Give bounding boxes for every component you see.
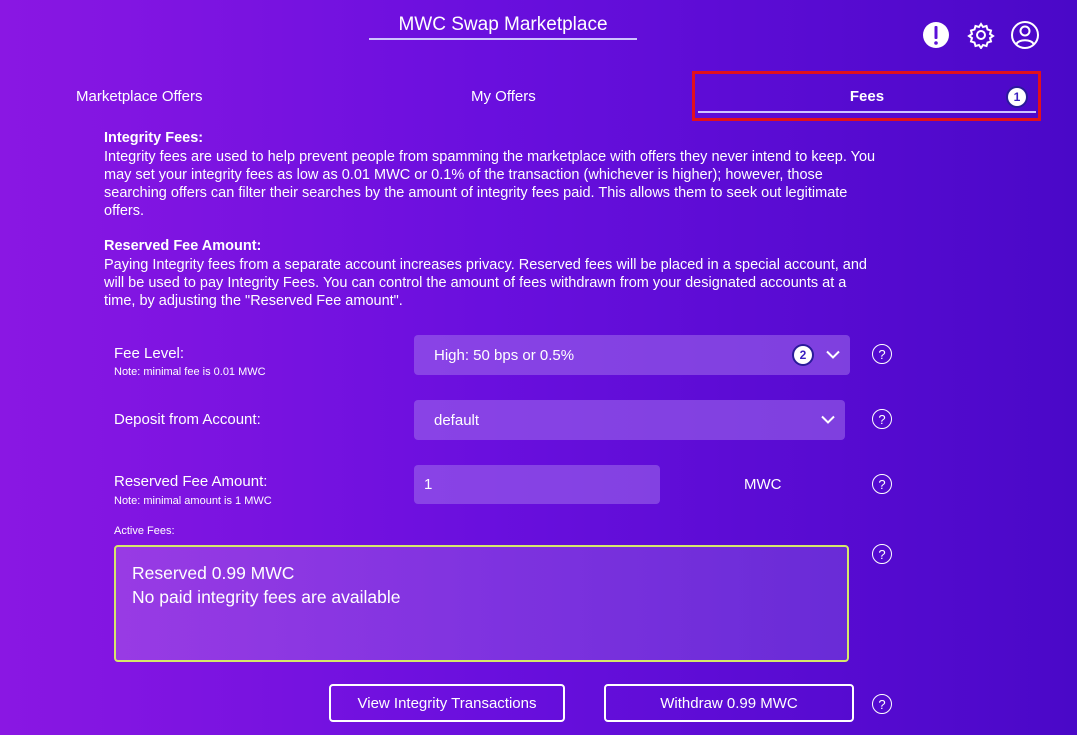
user-icon[interactable] <box>1010 20 1040 50</box>
reserved-amount-label: Reserved Fee Amount: <box>114 473 268 490</box>
step-badge-2: 2 <box>794 346 812 364</box>
chevron-down-icon <box>821 412 835 429</box>
deposit-account-value: default <box>434 411 480 429</box>
active-fees-reserved: Reserved 0.99 MWC <box>132 563 295 583</box>
reserved-amount-note: Note: minimal amount is 1 MWC <box>114 495 272 507</box>
active-fees-integrity: No paid integrity fees are available <box>132 587 401 607</box>
tab-my-offers[interactable]: My Offers <box>471 88 536 105</box>
withdraw-button[interactable]: Withdraw 0.99 MWC <box>604 684 854 722</box>
active-fees-label: Active Fees: <box>114 525 175 537</box>
reserved-fee-text: Paying Integrity fees from a separate ac… <box>104 257 867 309</box>
reserved-fee-title: Reserved Fee Amount: <box>104 238 262 254</box>
withdraw-help-icon[interactable]: ? <box>872 694 892 714</box>
fees-tab-highlight <box>692 71 1041 121</box>
active-fees-box: Reserved 0.99 MWC No paid integrity fees… <box>114 545 849 662</box>
chevron-down-icon <box>826 347 840 364</box>
reserved-amount-value: 1 <box>424 476 433 493</box>
alert-icon[interactable] <box>921 20 951 50</box>
fee-level-note: Note: minimal fee is 0.01 MWC <box>114 366 266 378</box>
reserved-amount-unit: MWC <box>744 476 782 493</box>
fee-level-label: Fee Level: <box>114 345 185 362</box>
integrity-fees-text: Integrity fees are used to help prevent … <box>104 149 876 219</box>
deposit-account-help-icon[interactable]: ? <box>872 409 892 429</box>
deposit-account-label: Deposit from Account: <box>114 411 261 428</box>
gear-icon[interactable] <box>966 20 996 50</box>
reserved-amount-help-icon[interactable]: ? <box>872 474 892 494</box>
title-underline <box>369 38 637 40</box>
fee-level-select[interactable]: High: 50 bps or 0.5% <box>414 335 850 375</box>
integrity-fees-title: Integrity Fees: <box>104 130 204 146</box>
tab-marketplace-offers[interactable]: Marketplace Offers <box>76 88 202 105</box>
app-title: MWC Swap Marketplace <box>398 14 608 35</box>
fee-level-help-icon[interactable]: ? <box>872 344 892 364</box>
deposit-account-select[interactable]: default <box>414 400 845 440</box>
view-integrity-transactions-button[interactable]: View Integrity Transactions <box>329 684 565 722</box>
fee-level-value: High: 50 bps or 0.5% <box>434 346 575 364</box>
reserved-amount-input[interactable]: 1 <box>414 465 660 504</box>
active-fees-help-icon[interactable]: ? <box>872 544 892 564</box>
step-badge-1: 1 <box>1008 88 1026 106</box>
